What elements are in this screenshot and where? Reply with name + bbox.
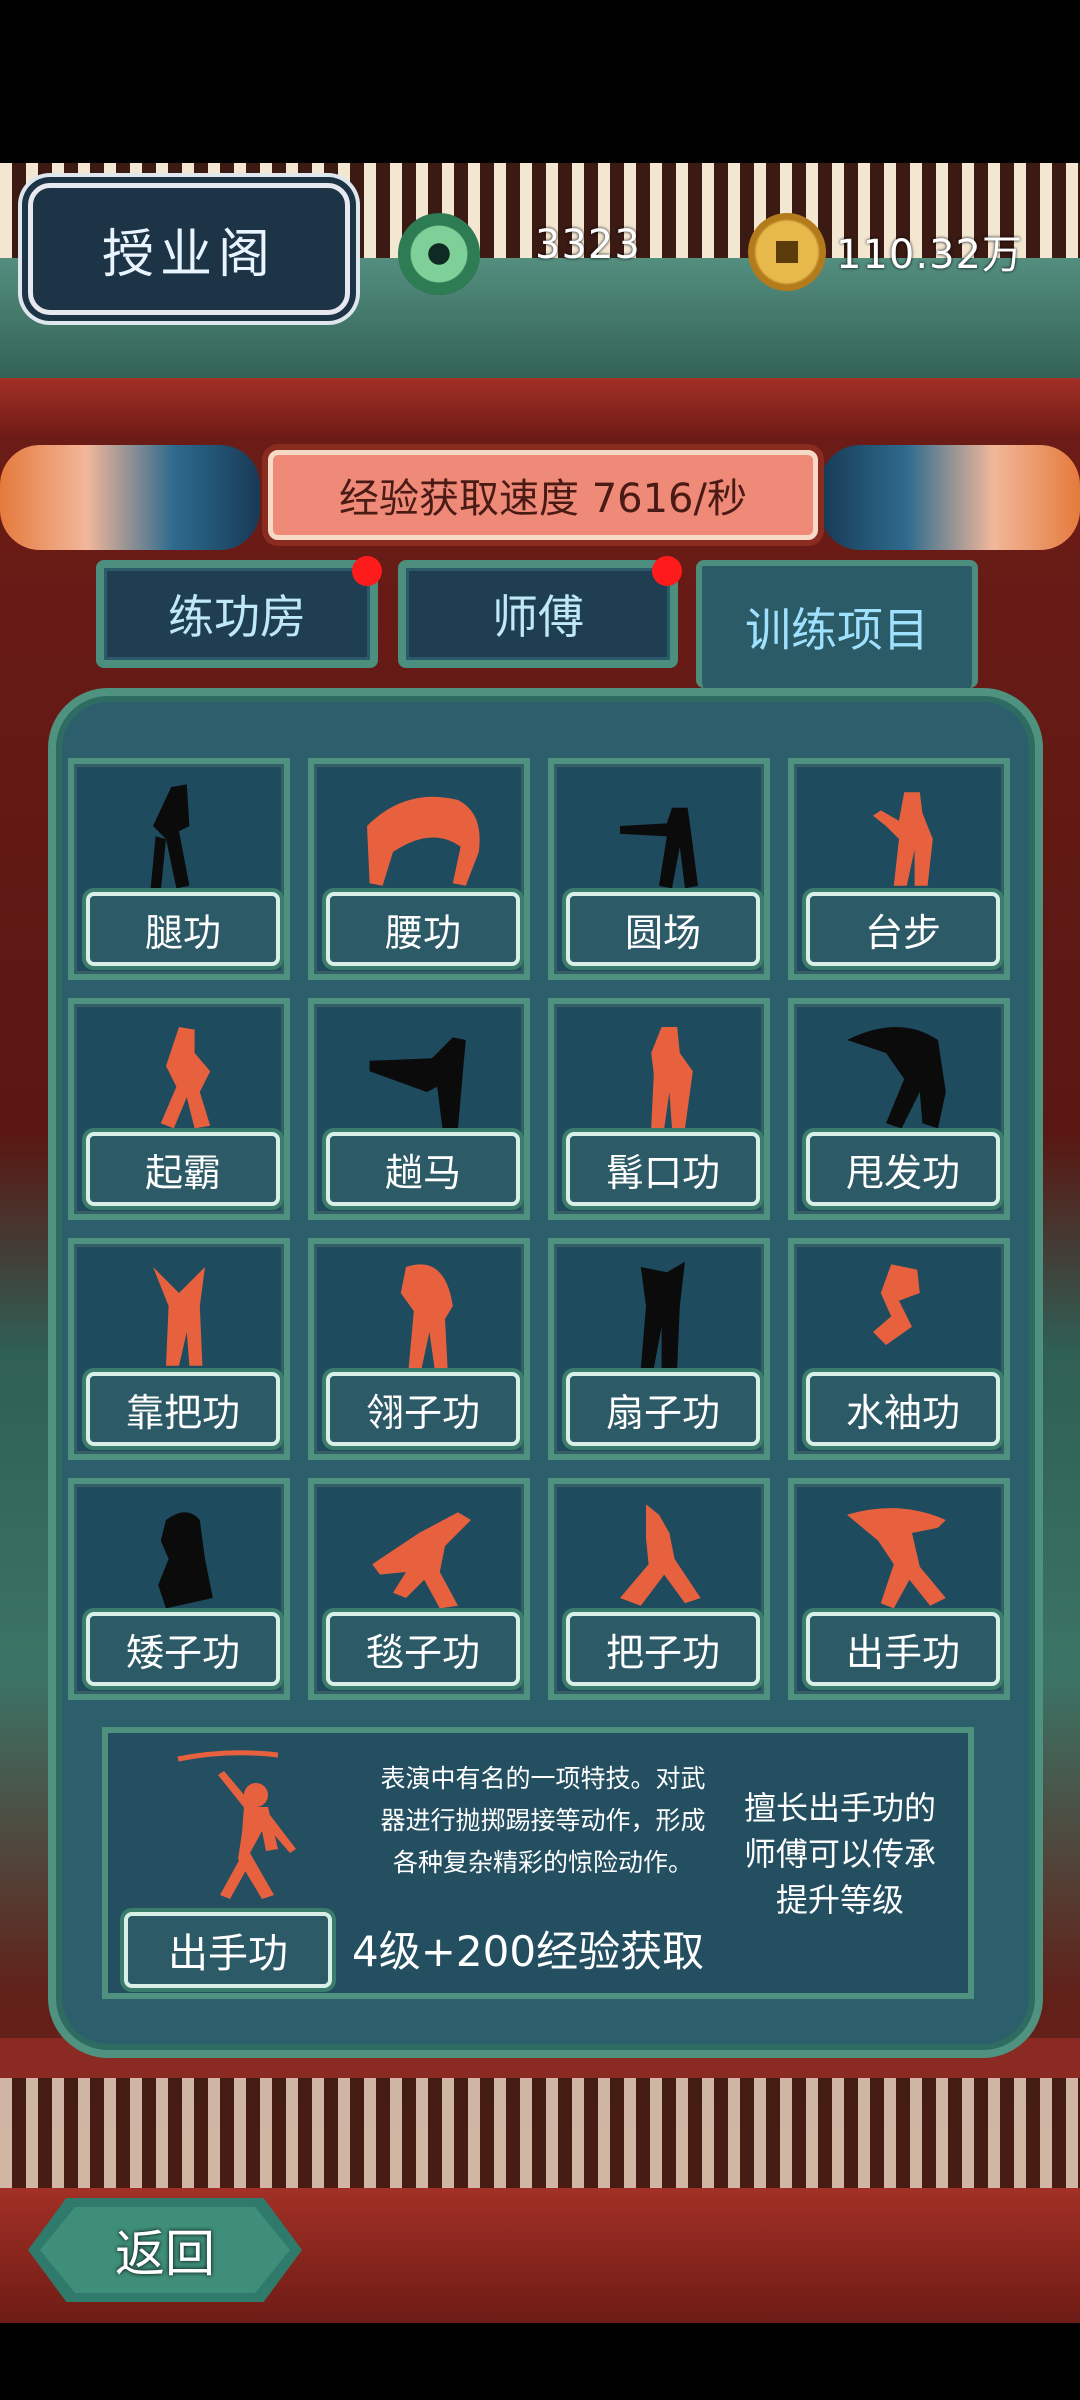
figure-silhouette bbox=[153, 1267, 205, 1366]
figure-silhouette bbox=[847, 1027, 946, 1129]
performer-figure-icon bbox=[158, 1512, 213, 1609]
back-button[interactable]: 返回 bbox=[28, 2198, 302, 2302]
jade-amount: 3323 bbox=[535, 222, 641, 268]
back-button-label: 返回 bbox=[40, 2207, 290, 2293]
figure-silhouette bbox=[651, 1027, 693, 1129]
skill-card[interactable]: 髯口功 bbox=[548, 998, 770, 1220]
skill-label: 矮子功 bbox=[86, 1612, 280, 1686]
skill-label: 起霸 bbox=[86, 1132, 280, 1206]
skill-card[interactable]: 矮子功 bbox=[68, 1478, 290, 1700]
description-line: 器进行抛掷踢接等动作，形成 bbox=[380, 1806, 706, 1835]
tab-label: 训练项目 bbox=[745, 603, 929, 657]
gold-amount: 110.32万 bbox=[836, 232, 1023, 278]
notification-badge bbox=[652, 556, 682, 586]
figure-silhouette bbox=[873, 792, 933, 886]
tab-master[interactable]: 师傅 bbox=[398, 560, 678, 668]
lower-lattice bbox=[0, 2078, 1080, 2188]
skill-label: 髯口功 bbox=[566, 1132, 760, 1206]
figure-silhouette bbox=[158, 1512, 213, 1609]
notification-badge bbox=[352, 556, 382, 586]
page-title: 授业阁 bbox=[101, 224, 276, 285]
detail-figure-icon bbox=[177, 1750, 296, 1899]
gold-coin-icon bbox=[748, 213, 826, 291]
skill-card[interactable]: 趟马 bbox=[308, 998, 530, 1220]
performer-figure-icon bbox=[847, 1508, 946, 1609]
tab-practice-room[interactable]: 练功房 bbox=[96, 560, 378, 668]
performer-figure-icon bbox=[367, 796, 480, 886]
unlock-requirement: 4级+200经验获取 bbox=[352, 1927, 705, 1976]
skill-card[interactable]: 甩发功 bbox=[788, 998, 1010, 1220]
figure-silhouette bbox=[640, 1261, 685, 1369]
cloud-ornament-left bbox=[0, 445, 260, 550]
skill-label: 圆场 bbox=[566, 892, 760, 966]
skill-label: 出手功 bbox=[806, 1612, 1000, 1686]
performer-figure-icon bbox=[372, 1512, 471, 1609]
performer-figure-icon bbox=[873, 1264, 920, 1345]
performer-figure-icon bbox=[873, 792, 933, 886]
figure-silhouette bbox=[400, 1264, 453, 1369]
tab-training[interactable]: 训练项目 bbox=[696, 560, 978, 688]
hint-line: 师傅可以传承 bbox=[743, 1835, 936, 1873]
master-hint: 擅长出手功的 师傅可以传承 提升等级 bbox=[720, 1785, 960, 1923]
performer-figure-icon bbox=[153, 1267, 205, 1366]
red-beam bbox=[0, 378, 1080, 438]
skill-label: 甩发功 bbox=[806, 1132, 1000, 1206]
performer-figure-icon bbox=[400, 1264, 453, 1369]
description-line: 各种复杂精彩的惊险动作。 bbox=[392, 1848, 693, 1877]
skill-card[interactable]: 扇子功 bbox=[548, 1238, 770, 1460]
skill-label: 台步 bbox=[806, 892, 1000, 966]
skill-card[interactable]: 水袖功 bbox=[788, 1238, 1010, 1460]
performer-figure-icon bbox=[369, 1037, 466, 1129]
skill-label: 翎子功 bbox=[326, 1372, 520, 1446]
skill-card[interactable]: 出手功 bbox=[788, 1478, 1010, 1700]
figure-silhouette bbox=[367, 796, 480, 886]
hint-line: 擅长出手功的 bbox=[743, 1789, 936, 1827]
figure-silhouette bbox=[369, 1037, 466, 1129]
figure-silhouette bbox=[150, 784, 190, 891]
skill-card[interactable]: 台步 bbox=[788, 758, 1010, 980]
skill-label: 把子功 bbox=[566, 1612, 760, 1686]
figure-silhouette bbox=[620, 807, 698, 889]
skill-label: 毯子功 bbox=[326, 1612, 520, 1686]
performer-figure-icon bbox=[620, 807, 698, 889]
exp-rate-text: 经验获取速度 7616/秒 bbox=[339, 476, 747, 522]
skill-card[interactable]: 圆场 bbox=[548, 758, 770, 980]
skill-label: 扇子功 bbox=[566, 1372, 760, 1446]
performer-figure-icon bbox=[160, 1027, 211, 1129]
skill-card[interactable]: 起霸 bbox=[68, 998, 290, 1220]
jade-coin-icon bbox=[398, 213, 480, 295]
skill-label: 腿功 bbox=[86, 892, 280, 966]
skill-card[interactable]: 靠把功 bbox=[68, 1238, 290, 1460]
skill-label: 趟马 bbox=[326, 1132, 520, 1206]
figure-silhouette bbox=[620, 1504, 701, 1606]
skill-card[interactable]: 毯子功 bbox=[308, 1478, 530, 1700]
performer-figure-icon bbox=[651, 1027, 693, 1129]
performer-figure-icon bbox=[640, 1261, 685, 1369]
tab-label: 师傅 bbox=[492, 590, 584, 644]
tab-label: 练功房 bbox=[168, 590, 306, 644]
performer-figure-icon bbox=[620, 1504, 701, 1606]
hint-line: 提升等级 bbox=[775, 1881, 904, 1919]
skill-label: 水袖功 bbox=[806, 1372, 1000, 1446]
performer-figure-icon bbox=[847, 1027, 946, 1129]
cloud-ornament-right bbox=[820, 445, 1080, 550]
skill-description: 表演中有名的一项特技。对武 器进行抛掷踢接等动作，形成 各种复杂精彩的惊险动作。 bbox=[352, 1758, 734, 1884]
figure-silhouette bbox=[372, 1512, 471, 1609]
skill-label: 腰功 bbox=[326, 892, 520, 966]
skill-card[interactable]: 腿功 bbox=[68, 758, 290, 980]
figure-silhouette bbox=[873, 1264, 920, 1345]
description-line: 表演中有名的一项特技。对武 bbox=[380, 1764, 706, 1793]
detail-skill-name: 出手功 bbox=[124, 1912, 332, 1988]
skill-card[interactable]: 翎子功 bbox=[308, 1238, 530, 1460]
skill-card[interactable]: 把子功 bbox=[548, 1478, 770, 1700]
skill-label: 靠把功 bbox=[86, 1372, 280, 1446]
figure-silhouette bbox=[160, 1027, 211, 1129]
skill-card[interactable]: 腰功 bbox=[308, 758, 530, 980]
figure-silhouette bbox=[847, 1508, 946, 1609]
performer-figure-icon bbox=[150, 784, 190, 891]
